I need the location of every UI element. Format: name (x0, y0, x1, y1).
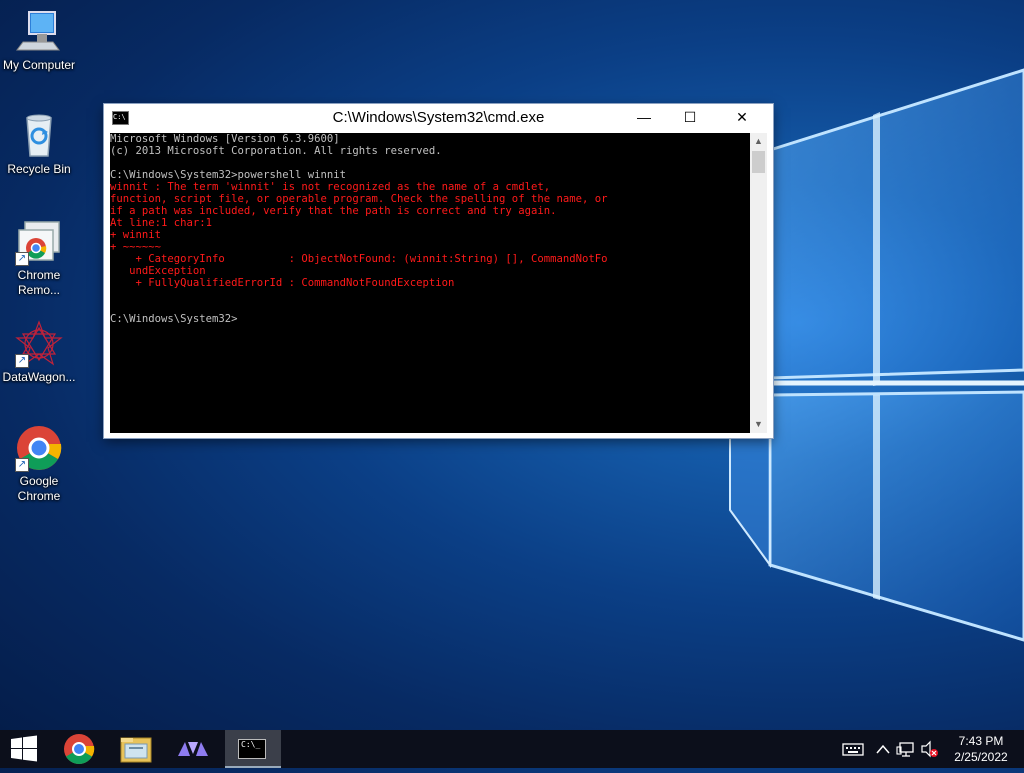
desktop-icon-label: Chrome Remo... (17, 268, 61, 297)
console-line: + FullyQualifiedErrorId : CommandNotFoun… (110, 277, 455, 289)
cmd-titlebar[interactable]: C:\ C:\Windows\System32\cmd.exe — ☐ ✕ (104, 104, 773, 132)
touch-keyboard-button[interactable] (840, 730, 866, 768)
shortcut-arrow-icon: ↗ (15, 354, 29, 368)
console-line: undException (110, 265, 206, 277)
taskbar-cmd-button[interactable]: C:\_ (225, 730, 281, 768)
volume-muted-icon (921, 740, 938, 758)
vertical-scrollbar[interactable]: ▲ ▼ (750, 133, 767, 433)
desktop-icon-chrome-remote[interactable]: ↗ Chrome Remo... (0, 218, 78, 298)
console-line: C:\Windows\System32> (110, 313, 238, 325)
keyboard-icon (842, 743, 864, 756)
folder-icon (120, 737, 152, 763)
console-line: C:\Windows\System32>powershell winnit (110, 169, 346, 181)
taskbar: C:\_ 7:43 PM 2/25/2022 (0, 730, 1024, 768)
desktop-icon-label: Recycle Bin (7, 162, 71, 176)
console-line: winnit : The term 'winnit' is not recogn… (110, 181, 551, 193)
console-line: if a path was included, verify that the … (110, 205, 557, 217)
console-line: + ~~~~~~ (110, 241, 162, 253)
shortcut-arrow-icon: ↗ (15, 252, 29, 266)
desktop-icon-my-computer[interactable]: My Computer (0, 8, 78, 73)
console-text: Microsoft Windows [Version 6.3.9600] (c) … (110, 133, 607, 325)
scroll-down-icon[interactable]: ▼ (750, 416, 767, 433)
clock-date: 2/25/2022 (954, 750, 1008, 764)
network-tray-button[interactable] (895, 730, 917, 768)
console-line: + CategoryInfo : ObjectNotFound: (winnit… (110, 253, 608, 265)
chevron-up-icon (876, 744, 890, 754)
taskbar-chrome-button[interactable] (54, 730, 104, 768)
console-line: (c) 2013 Microsoft Corporation. All righ… (110, 145, 442, 157)
desktop-icon-datawagon[interactable]: ↗ DataWagon... (0, 320, 78, 385)
recycle-bin-icon (15, 112, 63, 160)
maximize-button[interactable]: ☐ (667, 104, 713, 132)
chrome-remote-desktop-icon: ↗ (15, 218, 63, 266)
desktop-icon-label: My Computer (2, 58, 76, 72)
console-line: Microsoft Windows [Version 6.3.9600] (110, 133, 340, 145)
console-line: At line:1 char:1 (110, 217, 213, 229)
datawagon-icon: ↗ (15, 320, 63, 368)
minimize-button[interactable]: — (621, 104, 667, 132)
start-button[interactable] (0, 730, 48, 768)
cmd-window[interactable]: C:\ C:\Windows\System32\cmd.exe — ☐ ✕ Mi… (104, 104, 773, 438)
console-output[interactable]: Microsoft Windows [Version 6.3.9600] (c) … (110, 133, 750, 433)
close-button[interactable]: ✕ (719, 104, 765, 132)
cmd-taskbar-icon: C:\_ (238, 739, 266, 759)
shortcut-arrow-icon: ↗ (15, 458, 29, 472)
taskbar-datawagon-button[interactable] (168, 730, 218, 768)
console-line: + winnit (110, 229, 162, 241)
datawagon-taskbar-icon (178, 742, 208, 756)
network-icon (896, 742, 914, 757)
desktop-icon-recycle-bin[interactable]: Recycle Bin (0, 112, 78, 177)
desktop-icon-label: DataWagon... (2, 370, 76, 384)
console-line: function, script file, or operable progr… (110, 193, 608, 205)
scroll-up-icon[interactable]: ▲ (750, 133, 767, 150)
computer-icon (15, 8, 63, 56)
volume-tray-button[interactable] (918, 730, 940, 768)
taskbar-clock[interactable]: 7:43 PM 2/25/2022 (944, 733, 1018, 765)
show-hidden-icons-button[interactable] (874, 730, 892, 768)
windows-start-icon (11, 735, 37, 762)
desktop-icon-google-chrome[interactable]: ↗ Google Chrome (0, 424, 78, 504)
scroll-thumb[interactable] (752, 151, 765, 173)
chrome-icon: ↗ (15, 424, 63, 472)
chrome-icon (64, 734, 95, 765)
taskbar-file-explorer-button[interactable] (111, 730, 161, 768)
clock-time: 7:43 PM (958, 734, 1004, 748)
desktop-icon-label: Google Chrome (17, 474, 61, 503)
